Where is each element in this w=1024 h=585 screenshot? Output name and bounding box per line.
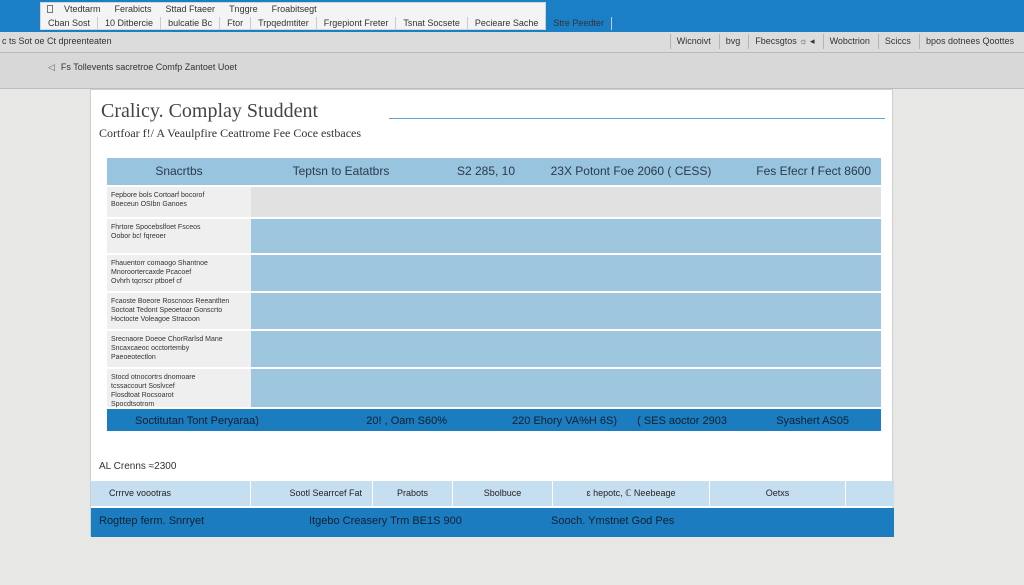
row-label: Fhauentorr comaogo Shantnoe Mnoroortercax… xyxy=(107,255,251,291)
document-panel: Cralicy. Complay Studdent Cortfoar f!/ A… xyxy=(90,89,894,537)
menu-item[interactable]: Wicnoivt xyxy=(669,34,717,49)
window-title-strip: Vtedtarm Ferabicts Sttad Ftaeer Tnggre Froab… xyxy=(0,0,1024,32)
bottom-right-text: Sooch. Ymstnet God Pes xyxy=(551,515,675,527)
row-label-line: Ovhrh tqcrscr ptboef cf xyxy=(111,278,182,285)
table-footer: Soctitutan Tont Peryaraa) 20! , Oam S60%… xyxy=(107,407,881,431)
breadcrumb-bar: ◁ Fs Tollevents sacretroe Comfp Zantoet U… xyxy=(0,53,1024,89)
tab-item[interactable]: Pecieare Sache xyxy=(468,17,547,30)
fee-table: Snacrtbs Teptsn to Eatatbrs S2 285, 10 2… xyxy=(107,158,881,431)
row-label-line: Sncaxcaeoc occtortemby xyxy=(111,345,190,352)
row-label: Fhrtore Spocebslfoet Fsceos Oobor bc! fqr… xyxy=(107,219,251,253)
row-label-line: Mnoroortercaxde Pcacoef xyxy=(111,269,192,276)
footer-cell: Syashert AS05 xyxy=(776,415,849,427)
row-label-line: tcssaccourt Soslvcef xyxy=(111,383,175,390)
footer-cell: 220 Ehory VA%H 6S) xyxy=(512,415,617,427)
summary-cell[interactable]: Sootl Searrcef Fat xyxy=(251,481,373,506)
page-subtitle: Cortfoar f!/ A Veaulpfire Ceattrome Fee … xyxy=(99,126,362,140)
tab-item[interactable]: Trpqedmtiter xyxy=(251,17,317,30)
row-value-area xyxy=(251,255,881,291)
tab-item[interactable]: Tsnat Socsete xyxy=(396,17,468,30)
breadcrumb-text: Fs Tollevents sacretroe Comfp Zantoet Uo… xyxy=(60,62,237,72)
table-header: Snacrtbs Teptsn to Eatatbrs S2 285, 10 2… xyxy=(107,158,881,185)
row-value-area xyxy=(251,331,881,367)
tab-row-bottom: Cban Sost 10 Ditbercie bulcatie Bc Ftor Trpq… xyxy=(41,17,612,30)
row-label-line: Fcaoste Boeore Roscnoos Reeantlten xyxy=(111,298,230,305)
bottom-middle-text: Itgebo Creasery Trm BE1S 900 xyxy=(309,515,462,527)
row-value-area xyxy=(251,219,881,253)
tab-item[interactable]: Frgepiont Freter xyxy=(317,17,397,30)
tab-item[interactable]: bulcatie Bc xyxy=(161,17,221,30)
row-label: Fepbore bols Cortoarf bocorof Boeceun OSI… xyxy=(107,187,251,217)
tab-top-item[interactable]: Ferabicts xyxy=(108,3,159,16)
row-label-line: Hoctocte Voleagoe Stracoon xyxy=(111,316,200,323)
total-label: AL Crenns ≈2300 xyxy=(99,461,177,472)
tab-top-item[interactable]: Sttad Ftaeer xyxy=(159,3,223,16)
row-label-line: Stocd otnocortrs dnomoare xyxy=(111,374,196,381)
table-row[interactable]: Fhauentorr comaogo Shantnoe Mnoroortercax… xyxy=(107,253,881,291)
tab-item[interactable]: Stre Peedter xyxy=(546,17,612,30)
row-value-area xyxy=(251,293,881,329)
row-label-line: Spocdtsotrom xyxy=(111,401,155,408)
summary-cell[interactable]: ɛ hepotc, ℂ Neebeage xyxy=(553,481,710,506)
breadcrumb[interactable]: ◁ Fs Tollevents sacretroe Comfp Zantoet U… xyxy=(48,62,237,73)
summary-cell[interactable] xyxy=(846,481,894,506)
table-row[interactable]: Fcaoste Boeore Roscnoos Reeantlten Soctoa… xyxy=(107,291,881,329)
window-icon xyxy=(47,5,53,13)
footer-cell: 20! , Oam S60% xyxy=(366,415,447,427)
row-label: Fcaoste Boeore Roscnoos Reeantlten Soctoa… xyxy=(107,293,251,329)
row-label: Srecnaore Doeoe ChorRarlsd Mane Sncaxcaeo… xyxy=(107,331,251,367)
row-value-area xyxy=(251,187,881,217)
header-cell[interactable]: Teptsn to Eatatbrs xyxy=(251,158,431,185)
tab-item[interactable]: Ftor xyxy=(220,17,252,30)
row-label-line: Fhauentorr comaogo Shantnoe xyxy=(111,260,208,267)
title-rule xyxy=(389,118,885,119)
header-cell[interactable]: S2 285, 10 xyxy=(431,158,541,185)
menu-right-group: Wicnoivt bvg Fbecsgtos ☼ ◂ Wobctrion Sciccs b… xyxy=(668,34,1020,49)
summary-cell[interactable]: Prabots xyxy=(373,481,453,506)
row-value-area xyxy=(251,369,881,407)
menu-bar: c ts Sot oe Ct dpreenteaten Wicnoivt bvg F… xyxy=(0,32,1024,53)
header-cell[interactable]: Fes Efecr f Fect 8600 xyxy=(721,158,881,185)
tab-top-item[interactable]: Tnggre xyxy=(222,3,265,16)
summary-cell[interactable]: Sbolbuce xyxy=(453,481,553,506)
chevron-left-icon[interactable]: ◁ xyxy=(48,62,55,73)
header-cell[interactable]: 23X Potont Foe 2060 ( CESS) xyxy=(541,158,721,185)
menu-item[interactable]: bvg xyxy=(718,34,747,49)
row-label-line: Fepbore bols Cortoarf bocorof xyxy=(111,192,205,199)
menu-item[interactable]: Wobctrion xyxy=(822,34,876,49)
row-label-line: Fhrtore Spocebslfoet Fsceos xyxy=(111,224,201,231)
row-label-line: Boeceun OSIbn Ganoes xyxy=(111,201,187,208)
table-body: Fepbore bols Cortoarf bocorof Boeceun OSI… xyxy=(107,185,881,408)
title-tab-group: Vtedtarm Ferabicts Sttad Ftaeer Tnggre Froab… xyxy=(40,2,612,30)
row-label: Stocd otnocortrs dnomoare tcssaccourt Sos… xyxy=(107,369,251,408)
summary-cell[interactable]: Oetxs xyxy=(710,481,846,506)
footer-cell: ( SES aoctor 2903 xyxy=(637,415,727,427)
tab-item[interactable]: Cban Sost xyxy=(41,17,99,30)
row-label-line: Oobor bc! fqreoer xyxy=(111,233,166,240)
row-label-line: Paeoeotectlon xyxy=(111,354,156,361)
tab-row-top: Vtedtarm Ferabicts Sttad Ftaeer Tnggre Froab… xyxy=(41,3,324,16)
row-label-line: Flosdtoat Rocsoarot xyxy=(111,392,174,399)
table-row[interactable]: Fepbore bols Cortoarf bocorof Boeceun OSI… xyxy=(107,185,881,217)
menu-item[interactable]: Sciccs xyxy=(877,34,917,49)
summary-row: Crrrve voootras Sootl Searrcef Fat Prabo… xyxy=(91,481,894,506)
bottom-left-text: Rogttep ferm. Snrryet xyxy=(99,515,205,527)
row-label-line: Srecnaore Doeoe ChorRarlsd Mane xyxy=(111,336,223,343)
summary-cell[interactable]: Crrrve voootras xyxy=(91,481,251,506)
tab-top-item[interactable]: Vtedtarm xyxy=(57,3,108,16)
bottom-bar: Rogttep ferm. Snrryet Itgebo Creasery Tr… xyxy=(91,508,894,537)
menu-item[interactable]: bpos dotnees Qoottes xyxy=(918,34,1020,49)
menu-left-text[interactable]: c ts Sot oe Ct dpreenteaten xyxy=(2,36,112,46)
menu-item[interactable]: Fbecsgtos ☼ ◂ xyxy=(748,34,820,49)
table-row[interactable]: Fhrtore Spocebslfoet Fsceos Oobor bc! fqr… xyxy=(107,217,881,253)
footer-cell: Soctitutan Tont Peryaraa) xyxy=(135,415,259,427)
tab-item[interactable]: 10 Ditbercie xyxy=(98,17,162,30)
table-row[interactable]: Stocd otnocortrs dnomoare tcssaccourt Sos… xyxy=(107,367,881,408)
page-title: Cralicy. Complay Studdent xyxy=(101,100,319,122)
tab-top-item[interactable]: Froabitsegt xyxy=(265,3,324,16)
row-label-line: Soctoat Tedont Speoetoar Gonscrto xyxy=(111,307,223,314)
header-cell[interactable]: Snacrtbs xyxy=(107,158,251,185)
table-row[interactable]: Srecnaore Doeoe ChorRarlsd Mane Sncaxcaeo… xyxy=(107,329,881,367)
